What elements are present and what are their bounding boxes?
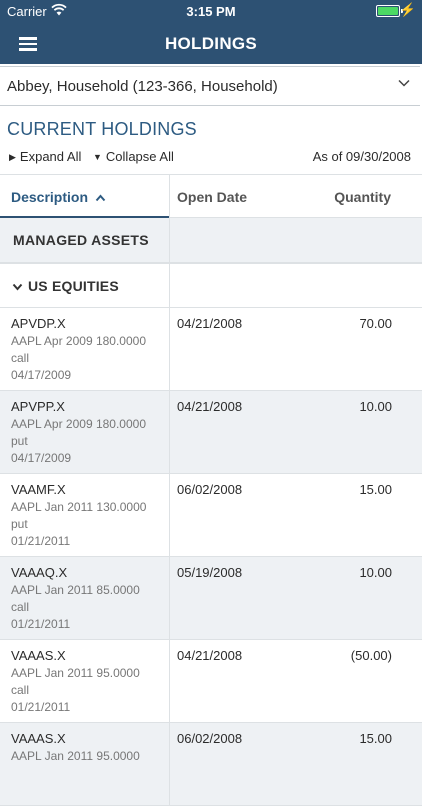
subgroup-row-us-equities[interactable]: US EQUITIES [0, 264, 422, 308]
holding-open-date: 06/02/2008 [177, 731, 243, 746]
group-row-managed-assets: MANAGED ASSETS [0, 218, 422, 264]
holding-quantity: 15.00 [359, 731, 392, 746]
holdings-rows: APVDP.X AAPL Apr 2009 180.0000 call 04/17/2… [0, 308, 422, 806]
subgroup-label-text: US EQUITIES [28, 278, 119, 294]
battery-icon [376, 5, 403, 17]
collapse-all-button[interactable]: ▼ Collapse All [93, 149, 174, 164]
table-row[interactable]: VAAAS.X AAPL Jan 2011 95.0000 06/02/2008 15… [0, 723, 422, 806]
holding-description-line1: AAPL Jan 2011 95.0000 [11, 666, 140, 680]
table-row[interactable]: VAAMF.X AAPL Jan 2011 130.0000 put 01/21/20… [0, 474, 422, 557]
table-header: Description Open Date Quantity [0, 174, 422, 218]
clock: 3:15 PM [186, 4, 236, 19]
holding-description-line2: put [11, 434, 28, 448]
holding-description-line2: call [11, 600, 30, 614]
holding-symbol: VAAMF.X [11, 482, 66, 497]
table-row[interactable]: VAAAQ.X AAPL Jan 2011 85.0000 call 01/21/20… [0, 557, 422, 640]
column-header-description-label: Description [11, 189, 89, 205]
chevron-down-icon [12, 283, 23, 291]
table-row[interactable]: VAAAS.X AAPL Jan 2011 95.0000 call 01/21/20… [0, 640, 422, 723]
holding-symbol: APVDP.X [11, 316, 66, 331]
holding-quantity: 10.00 [359, 399, 392, 414]
holding-description-line1: AAPL Jan 2011 130.0000 [11, 500, 147, 514]
holding-symbol: VAAAQ.X [11, 565, 68, 580]
status-bar: Carrier 3:15 PM ⚡ [0, 0, 422, 22]
column-header-description[interactable]: Description [11, 189, 106, 205]
account-selector[interactable]: Abbey, Household (123-366, Household) [0, 66, 420, 106]
collapse-all-label: Collapse All [105, 149, 174, 164]
holdings-table: Description Open Date Quantity MANAGED A… [0, 174, 422, 806]
column-header-quantity[interactable]: Quantity [334, 189, 391, 205]
holding-description-line1: AAPL Jan 2011 85.0000 [11, 583, 140, 597]
holding-description-line2: call [11, 351, 30, 365]
holding-open-date: 04/21/2008 [177, 316, 243, 331]
holding-open-date: 04/21/2008 [177, 399, 243, 414]
holding-description-line3: 01/21/2011 [11, 617, 71, 631]
holding-symbol: VAAAS.X [11, 731, 66, 746]
holding-description-line1: AAPL Apr 2009 180.0000 [11, 334, 146, 348]
holding-description-line3: 04/17/2009 [11, 451, 72, 465]
holding-open-date: 05/19/2008 [177, 565, 243, 580]
group-label: MANAGED ASSETS [13, 232, 149, 248]
caret-down-icon: ▼ [93, 152, 102, 162]
holding-quantity: 70.00 [359, 316, 392, 331]
holding-quantity: (50.00) [350, 648, 392, 663]
chevron-down-icon [398, 79, 410, 87]
holding-description-line3: 04/17/2009 [11, 368, 72, 382]
expand-all-button[interactable]: ▶ Expand All [9, 149, 81, 164]
holding-description-line3: 01/21/2011 [11, 534, 71, 548]
nav-bar: HOLDINGS [0, 22, 422, 64]
expand-all-label: Expand All [19, 149, 82, 164]
table-row[interactable]: APVDP.X AAPL Apr 2009 180.0000 call 04/17/2… [0, 308, 422, 391]
holding-symbol: VAAAS.X [11, 648, 66, 663]
holding-symbol: APVPP.X [11, 399, 65, 414]
sort-ascending-icon [95, 194, 106, 202]
holding-description-line3: 01/21/2011 [11, 700, 71, 714]
holding-description-line2: call [11, 683, 30, 697]
caret-right-icon: ▶ [9, 152, 16, 162]
holding-description-line1: AAPL Apr 2009 180.0000 [11, 417, 146, 431]
holding-open-date: 06/02/2008 [177, 482, 243, 497]
page-title: HOLDINGS [164, 34, 258, 53]
holding-open-date: 04/21/2008 [177, 648, 243, 663]
holding-description-line2: put [11, 517, 28, 531]
subgroup-label: US EQUITIES [12, 278, 119, 294]
column-header-open-date[interactable]: Open Date [177, 189, 247, 205]
holding-quantity: 15.00 [359, 482, 392, 497]
section-title: CURRENT HOLDINGS [7, 119, 197, 139]
account-selector-value: Abbey, Household (123-366, Household) [7, 78, 278, 95]
table-row[interactable]: APVPP.X AAPL Apr 2009 180.0000 put 04/17/20… [0, 391, 422, 474]
holding-quantity: 10.00 [359, 565, 392, 580]
holding-description-line1: AAPL Jan 2011 95.0000 [11, 749, 140, 763]
as-of-date: As of 09/30/2008 [312, 149, 411, 164]
charging-bolt-icon: ⚡ [399, 2, 416, 17]
